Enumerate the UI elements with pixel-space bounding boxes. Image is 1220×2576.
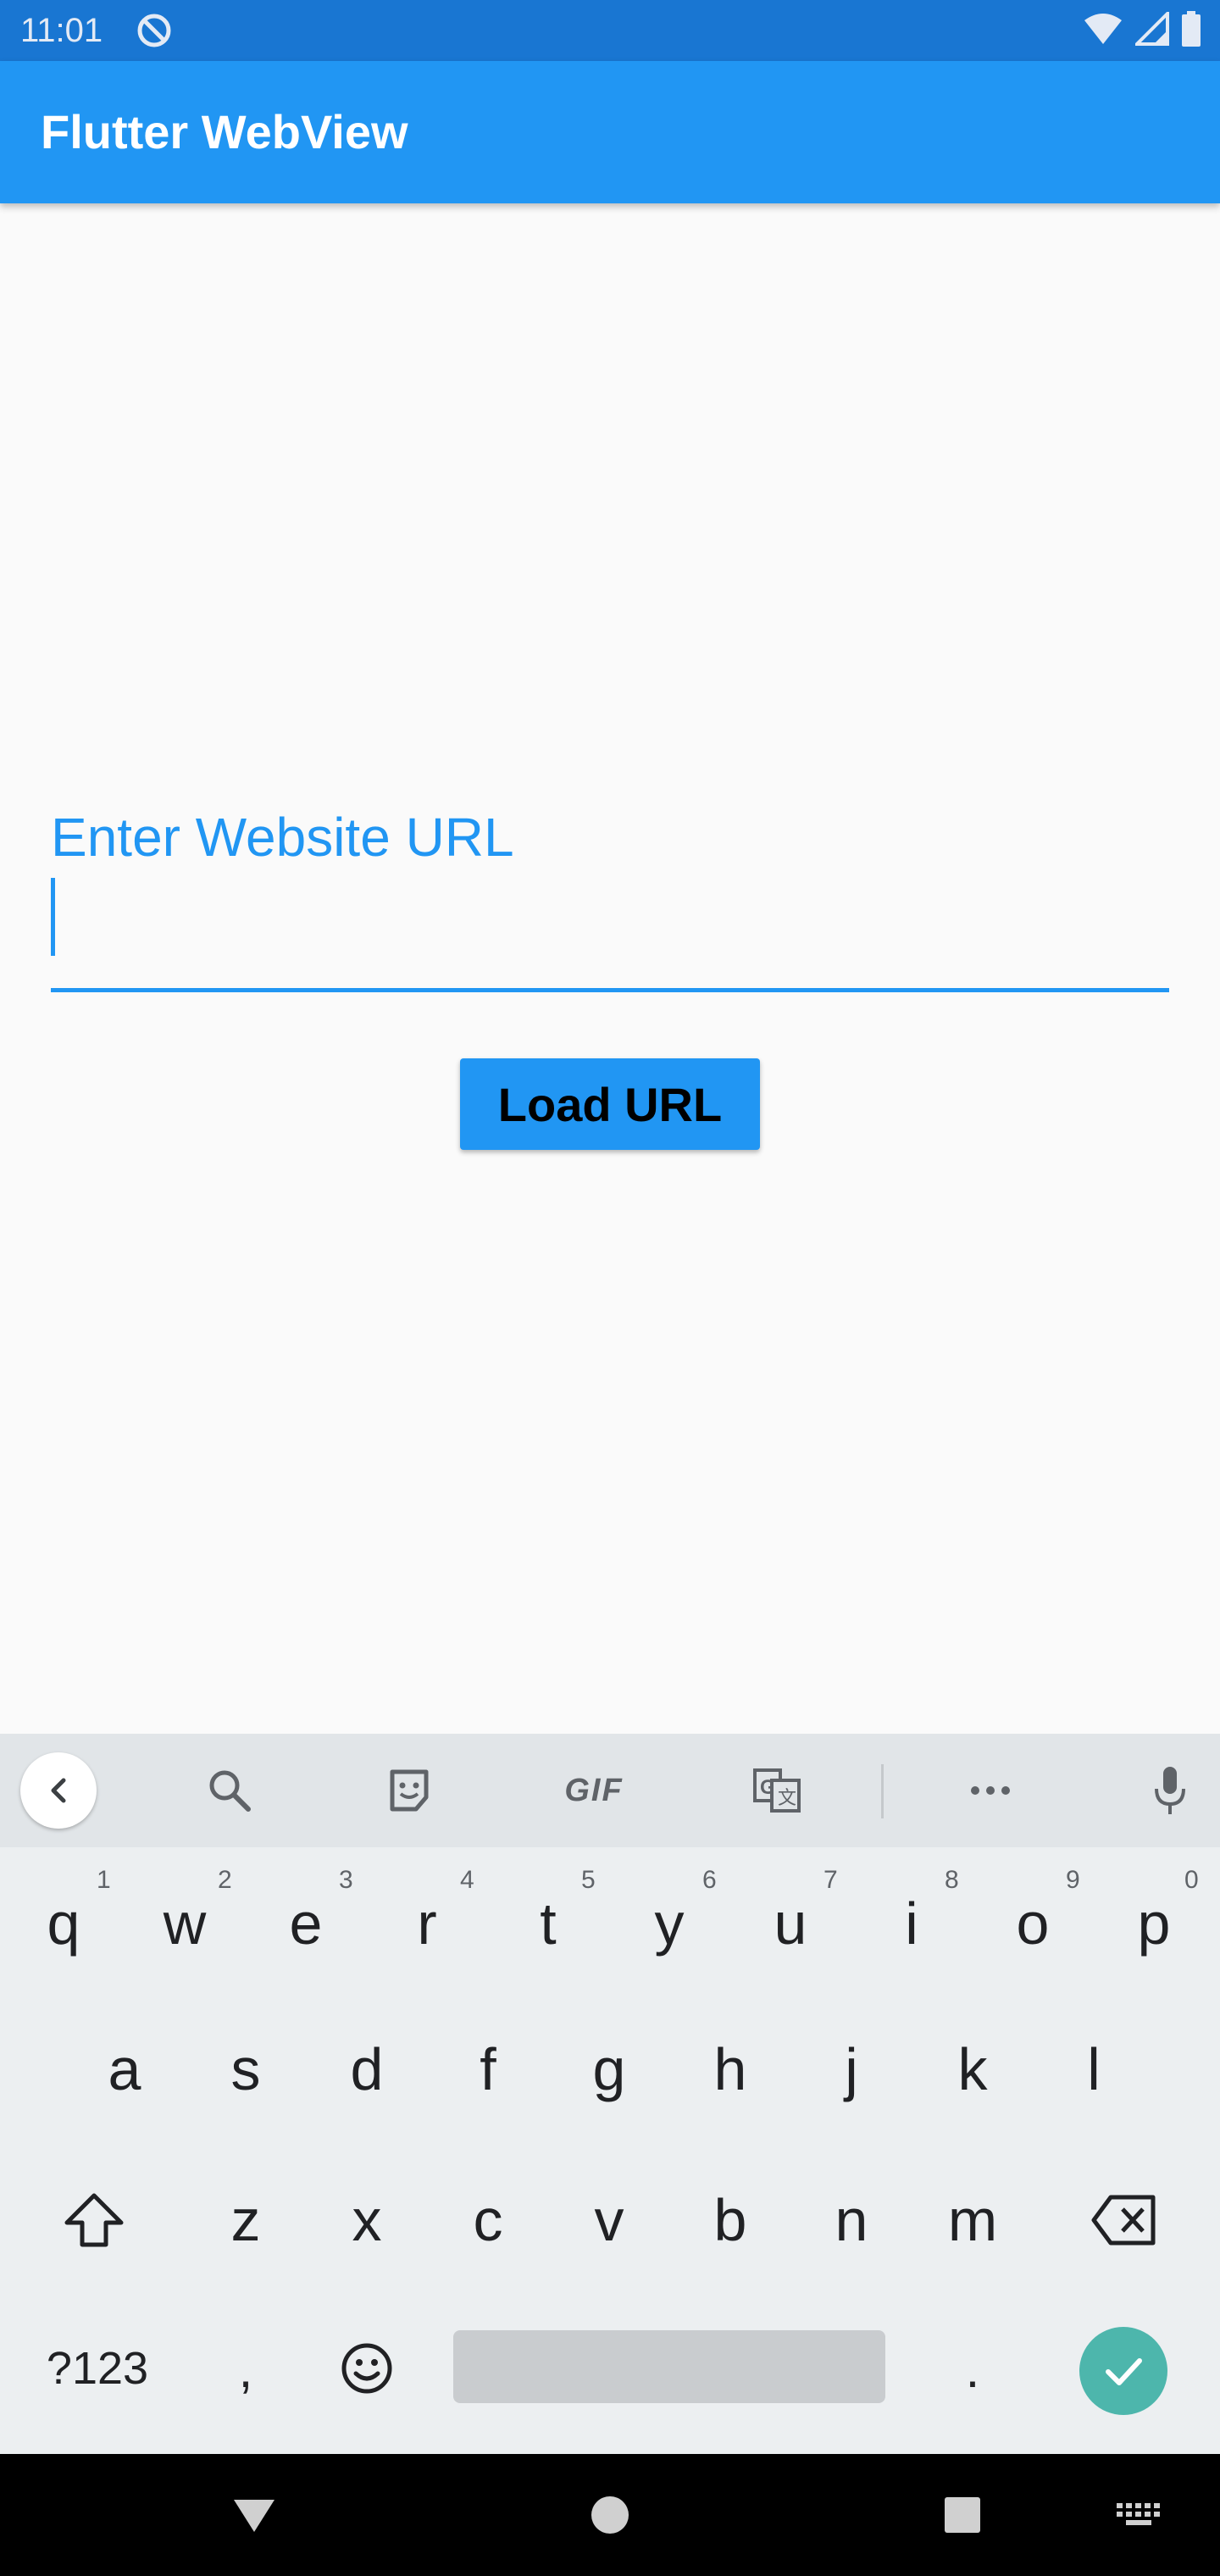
key-a[interactable]: a xyxy=(69,2001,180,2137)
load-url-button[interactable]: Load URL xyxy=(460,1058,760,1150)
do-not-disturb-icon xyxy=(136,12,173,49)
emoji-key[interactable] xyxy=(312,2313,422,2423)
url-input[interactable] xyxy=(51,878,1169,963)
symbols-key[interactable]: ?123 xyxy=(25,2313,169,2423)
key-hint-3: 3 xyxy=(339,1866,353,1894)
key-m[interactable]: m xyxy=(918,2152,1028,2288)
key-hint-7: 7 xyxy=(824,1866,838,1894)
gif-icon[interactable]: GIF xyxy=(552,1752,636,1829)
battery-icon xyxy=(1181,10,1201,51)
translate-icon[interactable]: G文 xyxy=(739,1752,815,1829)
url-field-label: Enter Website URL xyxy=(51,807,514,868)
key-s[interactable]: s xyxy=(191,2001,301,2137)
spacebar[interactable] xyxy=(453,2330,885,2403)
emoji-icon xyxy=(341,2343,392,2394)
system-nav-bar xyxy=(0,2454,1220,2576)
key-d[interactable]: d xyxy=(312,2001,422,2137)
key-hint-1: 1 xyxy=(97,1866,111,1894)
gif-label: GIF xyxy=(564,1772,624,1808)
key-l[interactable]: l xyxy=(1039,2001,1149,2137)
shift-key[interactable] xyxy=(39,2152,149,2288)
microphone-icon[interactable] xyxy=(1132,1752,1208,1829)
key-v[interactable]: v xyxy=(554,2152,664,2288)
url-input-underline xyxy=(51,988,1169,992)
sticker-icon[interactable] xyxy=(371,1752,447,1829)
back-chevron-icon[interactable] xyxy=(20,1752,97,1829)
key-hint-8: 8 xyxy=(945,1866,959,1894)
wifi-icon xyxy=(1083,12,1123,50)
app-bar: Flutter WebView xyxy=(0,61,1220,203)
status-bar: 11:01 xyxy=(0,0,1220,61)
backspace-key[interactable] xyxy=(1069,2152,1179,2288)
key-j[interactable]: j xyxy=(796,2001,907,2137)
key-n[interactable]: n xyxy=(796,2152,907,2288)
back-triangle-icon[interactable] xyxy=(214,2474,295,2556)
key-hint-0: 0 xyxy=(1184,1866,1199,1894)
svg-text:文: 文 xyxy=(778,1788,796,1809)
search-icon[interactable] xyxy=(191,1752,268,1829)
key-hint-6: 6 xyxy=(702,1866,717,1894)
status-time: 11:01 xyxy=(20,12,103,49)
comma-key[interactable]: , xyxy=(191,2301,301,2437)
key-k[interactable]: k xyxy=(918,2001,1028,2137)
key-hint-5: 5 xyxy=(581,1866,596,1894)
keyboard-switch-icon[interactable] xyxy=(1098,2474,1179,2556)
key-z[interactable]: z xyxy=(191,2152,301,2288)
key-hint-4: 4 xyxy=(460,1866,474,1894)
backspace-icon xyxy=(1091,2195,1156,2246)
recents-square-icon[interactable] xyxy=(922,2474,1003,2556)
app-title: Flutter WebView xyxy=(41,105,408,158)
home-circle-icon[interactable] xyxy=(569,2474,651,2556)
keyboard-toolbar: GIF G文 xyxy=(0,1734,1220,1847)
key-c[interactable]: c xyxy=(433,2152,543,2288)
text-cursor xyxy=(51,878,55,956)
toolbar-divider xyxy=(881,1764,884,1818)
more-icon[interactable] xyxy=(952,1752,1029,1829)
checkmark-icon xyxy=(1106,2358,1142,2385)
shift-arrow-icon xyxy=(64,2193,124,2247)
key-hint-2: 2 xyxy=(218,1866,232,1894)
key-hint-9: 9 xyxy=(1066,1866,1080,1894)
key-x[interactable]: x xyxy=(312,2152,422,2288)
key-f[interactable]: f xyxy=(433,2001,543,2137)
period-key[interactable]: . xyxy=(918,2301,1028,2437)
signal-icon xyxy=(1133,8,1169,50)
key-h[interactable]: h xyxy=(675,2001,785,2137)
key-b[interactable]: b xyxy=(675,2152,785,2288)
status-icons xyxy=(1083,8,1201,51)
done-key[interactable] xyxy=(1079,2327,1167,2415)
key-g[interactable]: g xyxy=(554,2001,664,2137)
